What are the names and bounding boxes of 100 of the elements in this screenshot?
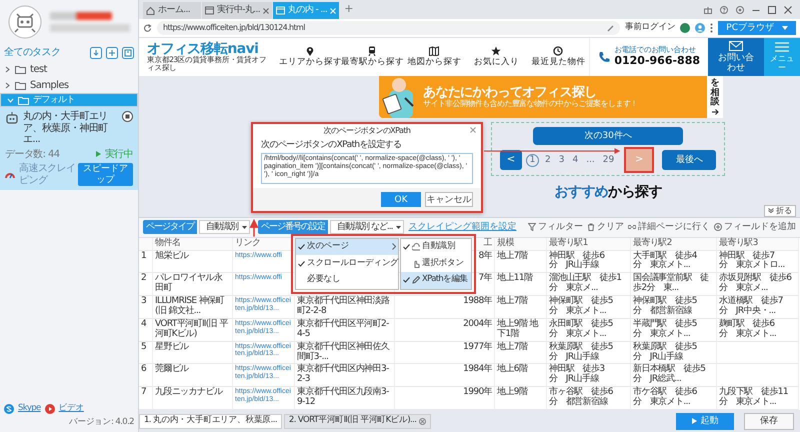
clear-button[interactable]: クリア bbox=[587, 222, 624, 232]
nav-link[interactable]: お気に入り bbox=[465, 38, 528, 76]
table-cell: 水道橋駅 徒歩7分 JR中央・... bbox=[717, 296, 799, 319]
task-title: 丸の内・大手町エリア、秋葉原・神田町エ... bbox=[23, 111, 109, 146]
table-cell: 神田駅 徒歩7分 東京メトロ... bbox=[717, 250, 799, 274]
contact-button[interactable]: お問い合わせ bbox=[708, 38, 764, 76]
skype-link[interactable]: Skype bbox=[18, 404, 41, 414]
url-field[interactable]: https://www.officeiten.jp/bld/130124.html bbox=[157, 21, 620, 35]
add-icon[interactable] bbox=[106, 47, 118, 59]
collapse-button[interactable]: 折る bbox=[764, 204, 796, 217]
table-cell: 東京都千代田区神田佐久間町3-... bbox=[295, 342, 395, 364]
banner-subtext: サイト非公開物件も含めた豊富な物件の中からご提案をします！ bbox=[423, 100, 639, 108]
task-tab[interactable]: 1. 丸の内・大手町エリア、秋葉原... bbox=[139, 414, 282, 428]
page-icon bbox=[205, 6, 214, 15]
next-30-button[interactable]: 次の30件へ bbox=[533, 127, 684, 145]
row-number: 3 bbox=[139, 296, 153, 319]
version-text: バージョン: 4.0.2 bbox=[69, 418, 134, 428]
check-icon bbox=[403, 244, 410, 250]
new-tab-button[interactable]: + bbox=[340, 3, 357, 16]
settings-icon[interactable] bbox=[736, 6, 744, 14]
page-number[interactable]: 29 bbox=[600, 154, 616, 166]
table-cell: 永田町駅 徒歩5分 東京メト... bbox=[547, 318, 631, 342]
filter-icon bbox=[528, 223, 536, 232]
page-number[interactable]: 2 bbox=[543, 154, 553, 166]
start-button[interactable]: 起動 bbox=[676, 412, 734, 430]
profile-icon[interactable] bbox=[695, 23, 706, 33]
table-cell: 地上11階 bbox=[495, 273, 547, 296]
avatar-icon bbox=[8, 5, 42, 39]
add-field-button[interactable]: フィールドを追加 bbox=[714, 222, 796, 232]
row-number: 1 bbox=[139, 250, 153, 274]
gift-icon[interactable] bbox=[704, 6, 712, 14]
close-icon[interactable] bbox=[263, 8, 270, 14]
detail-page-button[interactable]: 詳細ページに行く bbox=[628, 222, 710, 232]
close-icon[interactable] bbox=[470, 127, 476, 133]
table-cell: 秋葉原駅 徒歩5分 JR山手線 bbox=[631, 342, 717, 364]
clock-icon bbox=[553, 46, 564, 56]
check-icon bbox=[298, 244, 305, 250]
folder-item[interactable]: test bbox=[0, 62, 138, 78]
login-link[interactable]: 事前ログイン bbox=[624, 23, 676, 33]
robot-icon bbox=[5, 111, 19, 125]
section-heading: おすすめから探す bbox=[554, 184, 662, 200]
nav-link[interactable]: 最寄駅から探す bbox=[341, 38, 404, 76]
task-card[interactable]: 丸の内・大手町エリア、秋葉原・神田町エ... データ数: 44 実行中 高速スクレイピング スピードアップ bbox=[0, 107, 138, 190]
stop-icon[interactable] bbox=[122, 111, 133, 122]
chevron-right-icon bbox=[392, 243, 396, 250]
video-icon bbox=[44, 404, 55, 414]
folder-icon bbox=[15, 65, 26, 74]
page-number-select[interactable]: 自動識別 など... bbox=[330, 220, 404, 234]
menu-item[interactable]: XPathを編集 bbox=[401, 272, 471, 289]
nav-link[interactable]: エリアから探す bbox=[279, 38, 342, 76]
page-number[interactable]: 4 bbox=[570, 154, 580, 166]
reload-icon[interactable] bbox=[143, 24, 152, 32]
help-icon[interactable] bbox=[720, 6, 728, 14]
folder-item[interactable]: Samples bbox=[0, 78, 138, 93]
last-page-button[interactable]: 最後へ bbox=[662, 150, 716, 170]
ok-button[interactable]: OK bbox=[381, 192, 421, 208]
arrow-right-icon bbox=[712, 109, 718, 116]
caret-icon bbox=[396, 226, 402, 229]
extension-icon[interactable] bbox=[680, 23, 690, 33]
maximize-icon[interactable] bbox=[768, 6, 776, 14]
page-number[interactable]: ... bbox=[584, 154, 597, 166]
column-header: 最寄り駅3 bbox=[717, 238, 799, 251]
browser-tab[interactable]: 実行中-丸... bbox=[202, 2, 272, 19]
task-tab[interactable]: 2. VORT平河町Ⅱ(旧 平河町Kビル)... bbox=[284, 414, 432, 428]
export-icon[interactable] bbox=[122, 47, 134, 59]
banner[interactable]: あなたにかわってオフィス探し サイト非公開物件も含めた豊富な物件の中からご提案をします！ を相談 bbox=[379, 76, 723, 118]
nav-link[interactable]: 最近見た物件 bbox=[527, 38, 590, 76]
skype-icon bbox=[4, 404, 14, 414]
star-icon bbox=[491, 46, 502, 56]
page-type-select[interactable]: 自動識別 bbox=[199, 220, 250, 234]
page-number[interactable]: 1 bbox=[526, 154, 539, 166]
column-header: 最寄り駅1 bbox=[547, 238, 631, 251]
nav-link[interactable]: 地図から探す bbox=[403, 38, 466, 76]
site-logo[interactable]: オフィス移転navi bbox=[147, 42, 271, 56]
folder-icon bbox=[15, 80, 26, 90]
browser-mode-button[interactable]: PCブラウザ bbox=[718, 21, 796, 35]
cancel-button[interactable]: キャンセル bbox=[425, 192, 473, 208]
table-cell: 地上7階 bbox=[495, 296, 547, 319]
speed-icon bbox=[5, 170, 15, 179]
table-cell: 国会議事堂前駅 徒歩2分 東... bbox=[631, 273, 717, 296]
mail-icon bbox=[729, 40, 743, 51]
page-number[interactable]: 3 bbox=[556, 154, 566, 166]
hand-icon bbox=[412, 260, 420, 268]
video-link[interactable]: ビデオ bbox=[58, 404, 84, 414]
close-icon[interactable] bbox=[419, 418, 426, 424]
all-tasks-label[interactable]: 全てのタスク bbox=[4, 47, 60, 59]
previous-page-button[interactable]: < bbox=[500, 150, 522, 170]
save-button[interactable]: 保存 bbox=[744, 412, 794, 430]
close-icon[interactable] bbox=[784, 6, 792, 14]
import-icon[interactable] bbox=[90, 47, 102, 59]
speed-up-button[interactable]: スピードアップ bbox=[78, 163, 133, 186]
map-icon bbox=[429, 46, 440, 56]
filter-button[interactable]: フィルター bbox=[528, 222, 583, 232]
more-icon[interactable] bbox=[710, 23, 714, 33]
edit-icon[interactable] bbox=[606, 24, 614, 32]
status-text: 実行中 bbox=[104, 148, 133, 160]
table-cell: 1984年 bbox=[395, 364, 495, 388]
table-cell: 東京都千代田区内神田3-2-3 bbox=[295, 364, 395, 388]
browser-tab[interactable]: ホーム... bbox=[143, 2, 201, 19]
menu-item[interactable]: 次のページ bbox=[296, 238, 398, 256]
